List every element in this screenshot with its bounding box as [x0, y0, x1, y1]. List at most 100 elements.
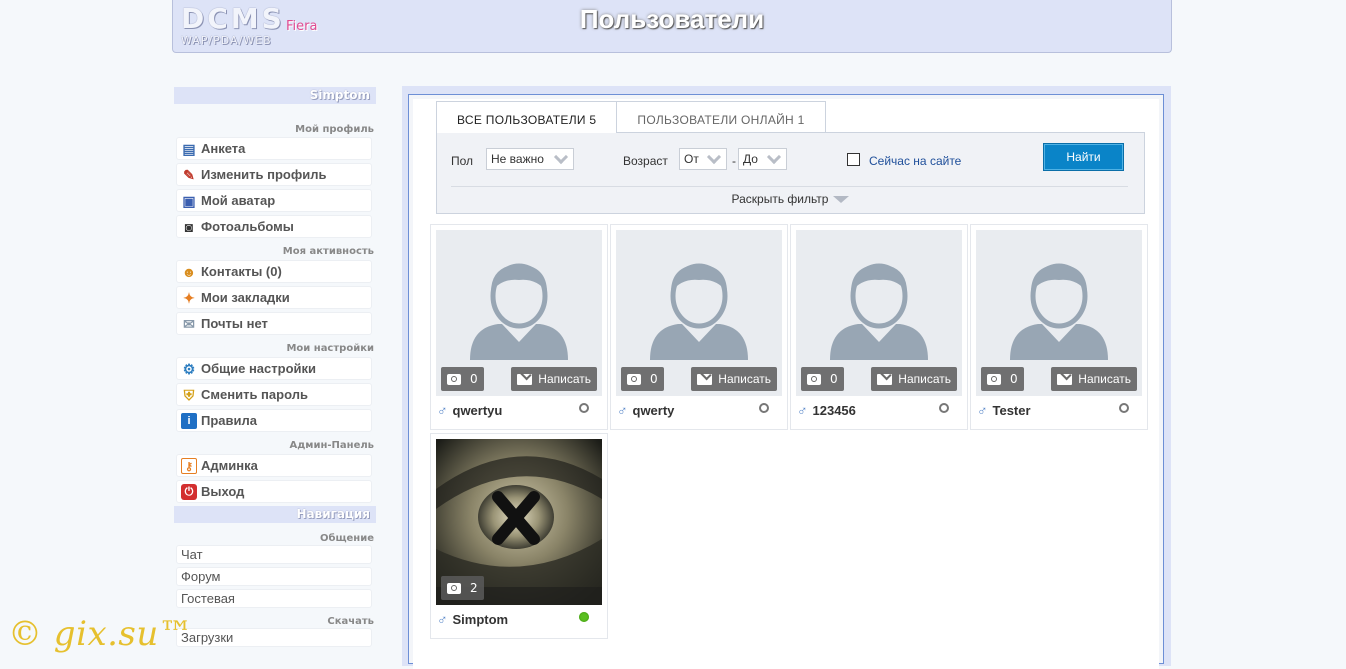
age-separator: -	[732, 154, 736, 168]
user-card[interactable]: 2 ♂ Simptom	[430, 433, 608, 639]
sidebar-item-forum[interactable]: Форум	[176, 567, 372, 586]
age-label: Возраст	[623, 154, 668, 168]
filter-divider	[451, 186, 1128, 187]
sidebar-item-label: Почты нет	[201, 316, 268, 331]
avatar[interactable]: 0 Написать	[796, 230, 962, 396]
watermark: © gix.su™	[8, 614, 194, 654]
write-message-button[interactable]: Написать	[691, 367, 777, 391]
user-name-link[interactable]: ♂ qwerty	[617, 402, 674, 418]
photo-count-value: 2	[470, 581, 478, 595]
camera-icon	[807, 373, 821, 385]
mail-icon: ✉	[183, 315, 195, 332]
age-from-select[interactable]: От	[679, 148, 727, 170]
camera-icon: ◙	[184, 218, 194, 235]
write-message-button[interactable]: Написать	[1051, 367, 1137, 391]
sidebar-item-admin[interactable]: ⚷ Админка	[176, 454, 372, 477]
sidebar-section-settings: Мои настройки	[286, 343, 374, 354]
avatar[interactable]: 0 Написать	[976, 230, 1142, 396]
contacts-icon: ☻	[181, 263, 197, 280]
sidebar-item-edit-profile[interactable]: ✎ Изменить профиль	[176, 163, 372, 186]
triangle-down-icon	[833, 196, 850, 204]
photo-count[interactable]: 0	[621, 367, 664, 391]
sidebar-item-label: Общие настройки	[201, 361, 316, 376]
user-card[interactable]: 0 Написать ♂ Tester	[970, 224, 1148, 430]
bookmarks-icon: ✦	[183, 289, 195, 306]
envelope-icon	[877, 373, 893, 385]
sidebar-item-rules[interactable]: i Правила	[176, 409, 372, 432]
write-message-button[interactable]: Написать	[511, 367, 597, 391]
sidebar-section-social: Общение	[319, 533, 374, 544]
envelope-icon	[1057, 373, 1073, 385]
sidebar-item-downloads[interactable]: Загрузки	[176, 628, 372, 647]
site-header: DCMS WAP/PDA/WEB Fiera Пользователи	[172, 0, 1172, 53]
sidebar-item-anketa[interactable]: ▤ Анкета	[176, 137, 372, 160]
tab-online-users[interactable]: ПОЛЬЗОВАТЕЛИ ОНЛАЙН 1	[617, 101, 826, 133]
expand-filter-link[interactable]: Раскрыть фильтр	[437, 192, 1144, 206]
sidebar-item-label: Гостевая	[181, 591, 235, 606]
sidebar-section-admin: Админ-Панель	[289, 440, 374, 451]
sidebar-item-label: Мои закладки	[201, 290, 290, 305]
camera-icon	[987, 373, 1001, 385]
user-name-link[interactable]: ♂ 123456	[797, 402, 856, 418]
sidebar-item-change-password[interactable]: ⛨ Сменить пароль	[176, 383, 372, 406]
chevron-down-icon	[553, 149, 569, 165]
main-content: ВСЕ ПОЛЬЗОВАТЕЛИ 5 ПОЛЬЗОВАТЕЛИ ОНЛАЙН 1…	[413, 99, 1159, 669]
photo-count[interactable]: 0	[441, 367, 484, 391]
photo-count-value: 0	[470, 372, 478, 386]
sidebar-item-albums[interactable]: ◙ Фотоальбомы	[176, 215, 372, 238]
age-to-select[interactable]: До	[738, 148, 787, 170]
age-from-value: От	[684, 152, 699, 166]
avatar[interactable]: 0 Написать	[616, 230, 782, 396]
sidebar-item-logout[interactable]: ⏻ Выход	[176, 480, 372, 503]
photo-count[interactable]: 0	[981, 367, 1024, 391]
avatar-icon: ▣	[182, 192, 196, 209]
camera-icon	[447, 582, 461, 594]
male-icon: ♂	[437, 611, 448, 627]
sidebar-item-contacts[interactable]: ☻ Контакты (0)	[176, 260, 372, 283]
envelope-icon	[697, 373, 713, 385]
sidebar-section-activity: Моя активность	[282, 246, 374, 257]
photo-count-value: 0	[830, 372, 838, 386]
photo-count-value: 0	[650, 372, 658, 386]
photo-count[interactable]: 0	[801, 367, 844, 391]
gear-icon: ⚙	[182, 360, 196, 377]
male-icon: ♂	[617, 402, 628, 418]
user-card[interactable]: 0 Написать ♂ 123456	[790, 224, 968, 430]
sidebar-item-guestbook[interactable]: Гостевая	[176, 589, 372, 608]
shield-icon: ⛨	[183, 386, 195, 403]
tab-all-users[interactable]: ВСЕ ПОЛЬЗОВАТЕЛИ 5	[436, 101, 618, 133]
user-card[interactable]: 0 Написать ♂ qwerty	[610, 224, 788, 430]
write-message-button[interactable]: Написать	[871, 367, 957, 391]
sidebar-item-general-settings[interactable]: ⚙ Общие настройки	[176, 357, 372, 380]
avatar[interactable]: 2	[436, 439, 602, 605]
camera-icon	[627, 373, 641, 385]
sidebar-item-label: Сменить пароль	[201, 387, 308, 402]
find-button[interactable]: Найти	[1043, 143, 1124, 171]
user-name: Simptom	[452, 611, 509, 627]
user-name-link[interactable]: ♂ Tester	[977, 402, 1031, 418]
write-message-label: Написать	[1078, 372, 1131, 386]
photo-count[interactable]: 2	[441, 576, 484, 600]
user-name: 123456	[812, 402, 856, 418]
sidebar-item-label: Мой аватар	[201, 193, 276, 208]
sidebar: Simptom Мой профиль ▤ Анкета ✎ Изменить …	[174, 87, 376, 650]
user-tabs: ВСЕ ПОЛЬЗОВАТЕЛИ 5 ПОЛЬЗОВАТЕЛИ ОНЛАЙН 1	[436, 101, 826, 133]
online-now-label[interactable]: Сейчас на сайте	[869, 154, 961, 168]
online-now-checkbox[interactable]	[847, 153, 860, 166]
user-card[interactable]: 0 Написать ♂ qwertyu	[430, 224, 608, 430]
sidebar-item-mail[interactable]: ✉ Почты нет	[176, 312, 372, 335]
gender-select[interactable]: Не важно	[486, 148, 574, 170]
page-title: Пользователи	[579, 4, 765, 34]
user-name-link[interactable]: ♂ Simptom	[437, 611, 508, 627]
sidebar-item-bookmarks[interactable]: ✦ Мои закладки	[176, 286, 372, 309]
sidebar-item-avatar[interactable]: ▣ Мой аватар	[176, 189, 372, 212]
photo-count-value: 0	[1010, 372, 1018, 386]
age-to-value: До	[743, 152, 758, 166]
key-icon: ⚷	[181, 457, 197, 474]
main-panel: ВСЕ ПОЛЬЗОВАТЕЛИ 5 ПОЛЬЗОВАТЕЛИ ОНЛАЙН 1…	[402, 86, 1171, 669]
sidebar-item-chat[interactable]: Чат	[176, 545, 372, 564]
offline-status-icon	[939, 403, 949, 413]
user-name-link[interactable]: ♂ qwertyu	[437, 402, 502, 418]
user-name: qwertyu	[452, 402, 503, 418]
avatar[interactable]: 0 Написать	[436, 230, 602, 396]
